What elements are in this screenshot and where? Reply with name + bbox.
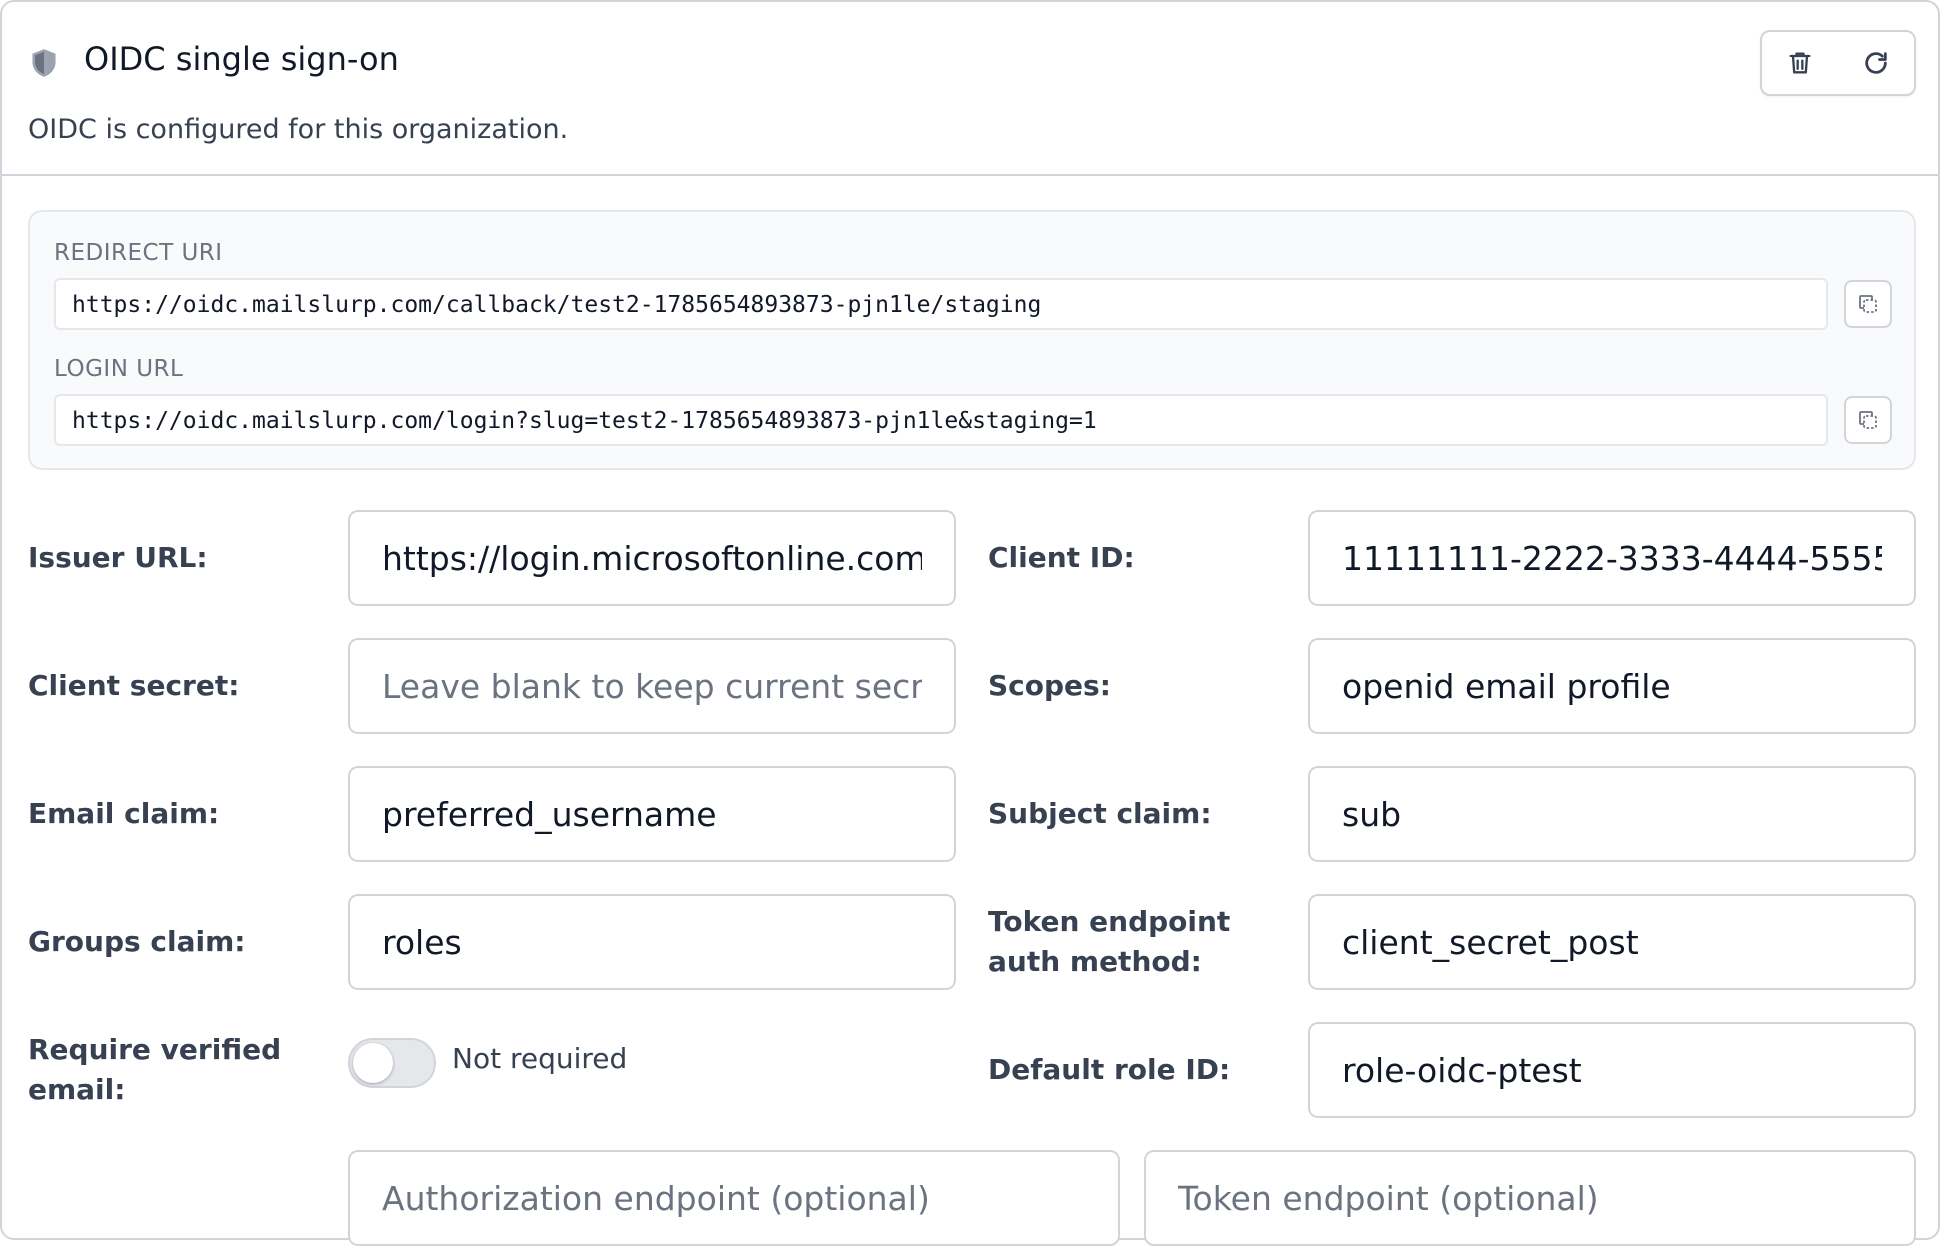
delete-button[interactable]	[1762, 32, 1838, 94]
default-role-id-label: Default role ID:	[988, 1053, 1231, 1086]
token-auth-method-label: Token endpoint auth method:	[988, 902, 1230, 982]
refresh-button[interactable]	[1838, 32, 1914, 94]
require-verified-email-label: Require verified email:	[28, 1030, 281, 1110]
issuer-url-label: Issuer URL:	[28, 541, 208, 574]
token-auth-method-input[interactable]	[1308, 894, 1916, 990]
subject-claim-label: Subject claim:	[988, 797, 1212, 830]
copy-icon	[1859, 295, 1877, 313]
login-url-label: LOGIN URL	[54, 356, 184, 382]
redirect-uri-label: REDIRECT URI	[54, 240, 223, 266]
default-role-id-input[interactable]	[1308, 1022, 1916, 1118]
email-claim-input[interactable]	[348, 766, 956, 862]
require-verified-email-state: Not required	[452, 1042, 628, 1075]
require-verified-email-toggle[interactable]	[348, 1038, 436, 1088]
copy-redirect-button[interactable]	[1844, 280, 1892, 328]
subject-claim-input[interactable]	[1308, 766, 1916, 862]
oidc-card: OIDC single sign-on OIDC is configured f…	[0, 0, 1940, 1246]
groups-claim-input[interactable]	[348, 894, 956, 990]
require-verified-email-label-line2: email:	[28, 1073, 126, 1106]
copy-icon	[1859, 411, 1877, 429]
trash-icon	[1789, 52, 1811, 74]
login-url-field[interactable]: https://oidc.mailslurp.com/login?slug=te…	[54, 394, 1828, 446]
issuer-url-input[interactable]	[348, 510, 956, 606]
uri-panel: REDIRECT URI https://oidc.mailslurp.com/…	[28, 210, 1916, 470]
toggle-knob	[353, 1043, 393, 1083]
copy-login-button[interactable]	[1844, 396, 1892, 444]
authorization-endpoint-input[interactable]	[348, 1150, 1120, 1246]
refresh-icon	[1865, 52, 1887, 74]
email-claim-label: Email claim:	[28, 797, 220, 830]
token-auth-method-label-line2: auth method:	[988, 945, 1202, 978]
scopes-label: Scopes:	[988, 669, 1111, 702]
status-text: OIDC is configured for this organization…	[28, 114, 569, 145]
client-id-label: Client ID:	[988, 541, 1135, 574]
client-secret-label: Client secret:	[28, 669, 240, 702]
card-header: OIDC single sign-on OIDC is configured f…	[2, 2, 1938, 176]
shield-icon	[30, 48, 58, 78]
page-title: OIDC single sign-on	[84, 40, 399, 78]
groups-claim-label: Groups claim:	[28, 925, 246, 958]
header-actions	[1760, 30, 1916, 96]
token-auth-method-label-line1: Token endpoint	[988, 905, 1231, 938]
token-endpoint-input[interactable]	[1144, 1150, 1916, 1246]
client-id-input[interactable]	[1308, 510, 1916, 606]
require-verified-email-label-line1: Require verified	[28, 1033, 282, 1066]
client-secret-input[interactable]	[348, 638, 956, 734]
scopes-input[interactable]	[1308, 638, 1916, 734]
redirect-uri-field[interactable]: https://oidc.mailslurp.com/callback/test…	[54, 278, 1828, 330]
